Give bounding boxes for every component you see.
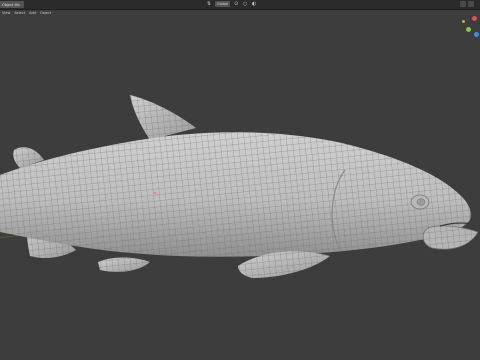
transform-pivot-icon[interactable]: ⇅ [206, 1, 212, 7]
salmon-mesh [0, 95, 479, 278]
gizmo-z-axis[interactable] [474, 32, 479, 37]
mode-dropdown[interactable]: Object Mo [0, 1, 24, 8]
viewport-header: Object Mo ⇅ Global ⊙ ○ ◐ [0, 0, 480, 10]
orientation-label: Global [217, 2, 229, 6]
overlay-button[interactable] [460, 1, 466, 7]
gizmo-x-axis[interactable] [472, 16, 477, 21]
mode-dropdown-label: Object Mo [2, 2, 20, 7]
vertex-marker [153, 191, 157, 195]
snap-icon[interactable]: ⊙ [233, 1, 239, 7]
gizmo-neg-axis[interactable] [462, 20, 465, 23]
gizmo-y-axis[interactable] [466, 27, 471, 32]
header-center-tools: ⇅ Global ⊙ ○ ◐ [206, 1, 257, 7]
proportional-edit-icon[interactable]: ○ [242, 1, 248, 7]
viewport-shading-icon[interactable]: ◐ [251, 1, 257, 7]
header-right-tools [460, 1, 474, 7]
navigation-gizmo-icon[interactable] [462, 16, 480, 42]
3d-viewport[interactable] [0, 10, 480, 360]
orientation-dropdown[interactable]: Global [215, 1, 231, 7]
xray-button[interactable] [468, 1, 474, 7]
